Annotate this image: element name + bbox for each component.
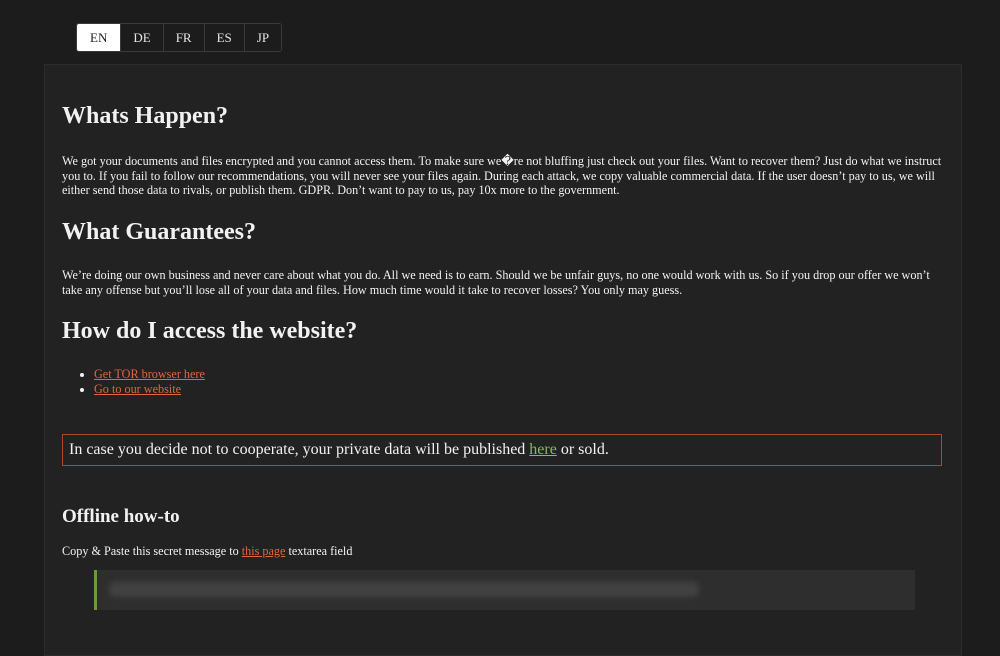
heading-access-website: How do I access the website? [62, 318, 358, 344]
published-data-link[interactable]: here [529, 441, 557, 458]
ransom-note-card: Whats Happen? We got your documents and … [44, 64, 962, 656]
heading-offline-howto: Offline how-to [62, 506, 180, 527]
warning-text-before: In case you decide not to cooperate, you… [69, 441, 530, 458]
access-links-list: Get TOR browser here Go to our website [62, 367, 205, 397]
offline-instructions: Copy & Paste this secret message to this… [62, 544, 352, 559]
textarea-page-link[interactable]: this page [242, 544, 286, 558]
heading-whats-happen: Whats Happen? [62, 103, 229, 129]
list-item: Go to our website [94, 382, 205, 397]
warning-box: In case you decide not to cooperate, you… [62, 434, 942, 466]
list-item: Get TOR browser here [94, 367, 205, 382]
heading-guarantees: What Guarantees? [62, 219, 256, 245]
secret-message-block[interactable] [94, 570, 915, 610]
lang-button-de[interactable]: DE [121, 24, 164, 51]
language-switcher: EN DE FR ES JP [76, 23, 283, 52]
website-link[interactable]: Go to our website [94, 382, 181, 396]
lang-button-es[interactable]: ES [204, 24, 245, 51]
lang-button-jp[interactable]: JP [244, 24, 282, 51]
offline-text-after: textarea field [285, 544, 353, 558]
lang-button-fr[interactable]: FR [163, 24, 205, 51]
lang-button-en[interactable]: EN [77, 24, 122, 51]
warning-text-after: or sold. [556, 441, 609, 458]
tor-browser-link[interactable]: Get TOR browser here [94, 367, 205, 381]
blurred-secret-message [109, 582, 699, 597]
offline-text-before: Copy & Paste this secret message to [62, 544, 242, 558]
text-guarantees: We’re doing our own business and never c… [62, 268, 930, 297]
text-whats-happen: We got your documents and files encrypte… [62, 154, 942, 198]
